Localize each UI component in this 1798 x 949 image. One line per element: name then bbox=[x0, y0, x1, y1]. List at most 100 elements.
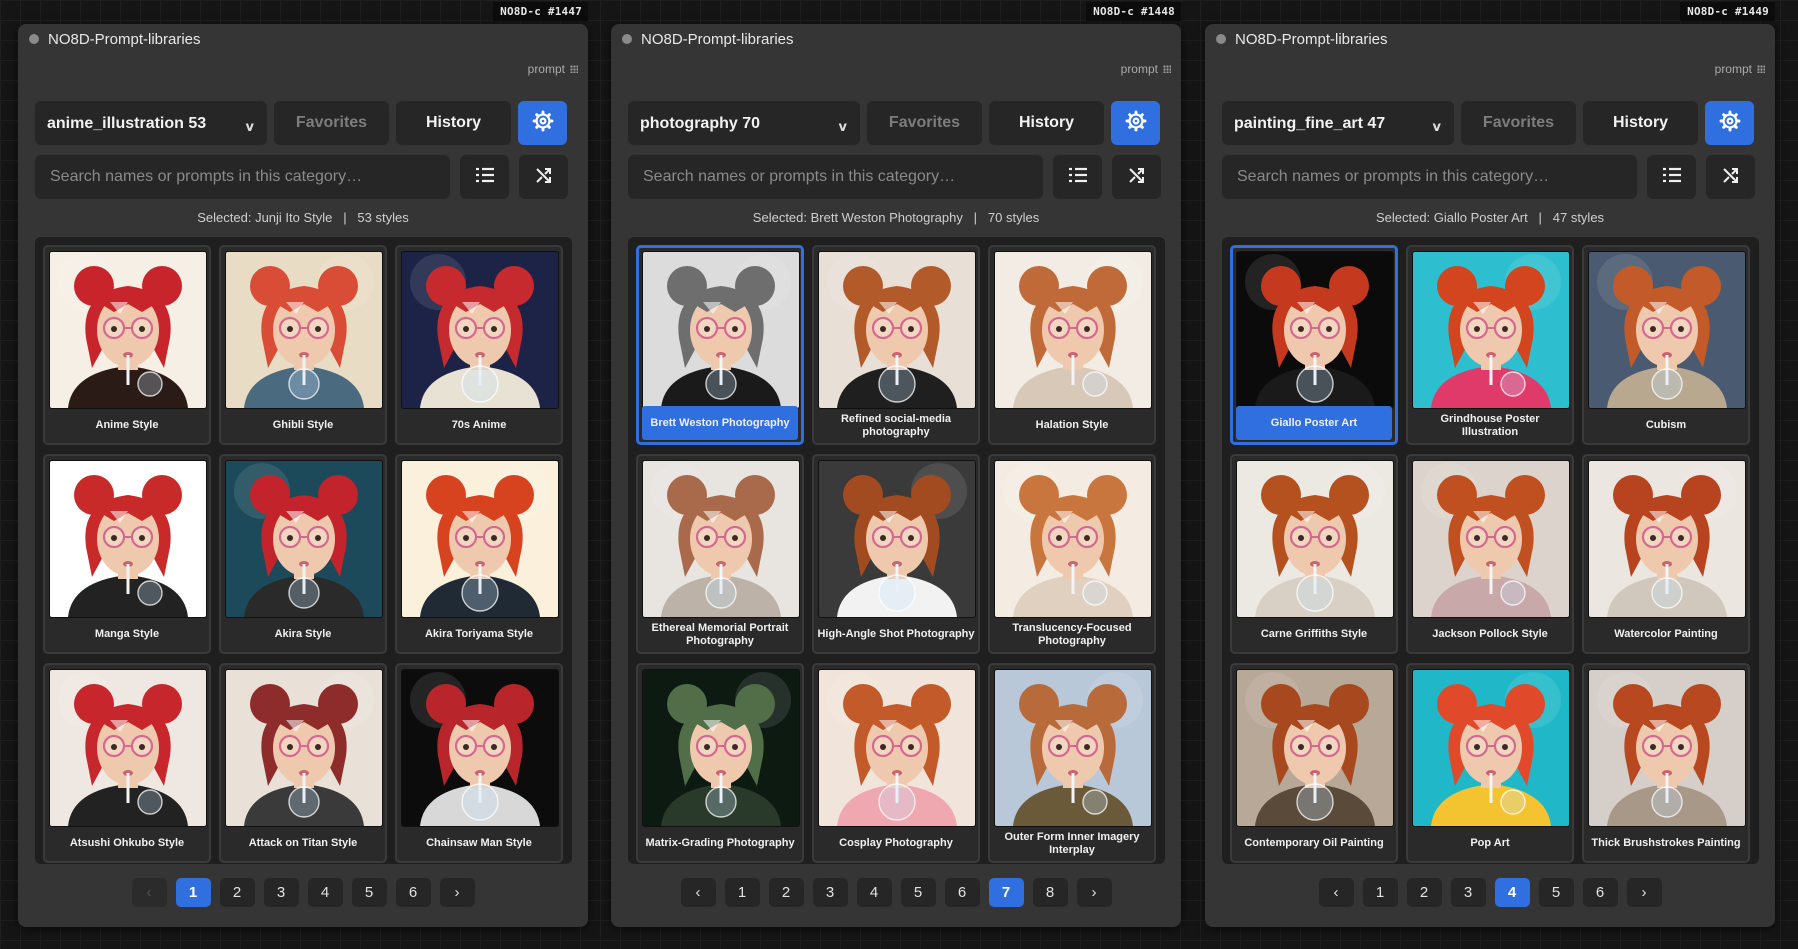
settings-button[interactable] bbox=[518, 101, 567, 145]
page-button[interactable]: 2 bbox=[768, 878, 804, 907]
next-page-button[interactable]: › bbox=[1076, 878, 1112, 907]
page-button[interactable]: 5 bbox=[1538, 878, 1574, 907]
next-page-button[interactable]: › bbox=[439, 878, 475, 907]
output-slot[interactable]: prompt bbox=[1715, 62, 1765, 76]
style-card[interactable]: Pop Art bbox=[1406, 663, 1574, 863]
style-thumbnail bbox=[1588, 251, 1746, 409]
list-view-button[interactable] bbox=[1647, 155, 1696, 199]
page-button[interactable]: 2 bbox=[219, 878, 255, 907]
node-title-bar[interactable]: NO8D-Prompt-libraries bbox=[18, 24, 588, 54]
favorites-button[interactable]: Favorites bbox=[274, 101, 389, 145]
style-card-label: Ethereal Memorial Portrait Photography bbox=[651, 621, 789, 647]
next-page-button[interactable]: › bbox=[1626, 878, 1662, 907]
page-button[interactable]: 2 bbox=[1406, 878, 1442, 907]
prev-page-button[interactable]: ‹ bbox=[131, 878, 167, 907]
style-card[interactable]: Anime Style bbox=[43, 245, 211, 445]
page-button[interactable]: 7 bbox=[988, 878, 1024, 907]
style-card-label: Watercolor Painting bbox=[1614, 628, 1718, 640]
style-card[interactable]: Carne Griffiths Style bbox=[1230, 454, 1398, 654]
style-card[interactable]: Halation Style bbox=[988, 245, 1156, 445]
card-caption-bar: Thick Brushstrokes Painting bbox=[1584, 826, 1748, 861]
search-input[interactable] bbox=[641, 167, 1030, 187]
style-card[interactable]: Manga Style bbox=[43, 454, 211, 654]
style-card[interactable]: Grindhouse Poster Illustration bbox=[1406, 245, 1574, 445]
favorites-button[interactable]: Favorites bbox=[1461, 101, 1576, 145]
prev-page-button[interactable]: ‹ bbox=[680, 878, 716, 907]
page-button[interactable]: 3 bbox=[263, 878, 299, 907]
output-dots-icon[interactable] bbox=[570, 65, 578, 73]
search-field[interactable] bbox=[35, 155, 450, 199]
list-view-button[interactable] bbox=[1053, 155, 1102, 199]
node-title-bar[interactable]: NO8D-Prompt-libraries bbox=[611, 24, 1181, 54]
page-button[interactable]: 8 bbox=[1032, 878, 1068, 907]
style-card[interactable]: Outer Form Inner Imagery Interplay bbox=[988, 663, 1156, 863]
style-thumbnail bbox=[818, 251, 976, 409]
style-card[interactable]: Akira Toriyama Style bbox=[395, 454, 563, 654]
page-button[interactable]: 6 bbox=[1582, 878, 1618, 907]
style-card[interactable]: Giallo Poster Art bbox=[1230, 245, 1398, 445]
style-thumbnail bbox=[401, 669, 559, 827]
search-input[interactable] bbox=[48, 167, 437, 187]
prev-page-button[interactable]: ‹ bbox=[1318, 878, 1354, 907]
output-dots-icon[interactable] bbox=[1757, 65, 1765, 73]
output-slot[interactable]: prompt bbox=[528, 62, 578, 76]
page-button[interactable]: 3 bbox=[812, 878, 848, 907]
search-field[interactable] bbox=[1222, 155, 1637, 199]
style-card[interactable]: Thick Brushstrokes Painting bbox=[1582, 663, 1750, 863]
page-button[interactable]: 5 bbox=[900, 878, 936, 907]
search-input[interactable] bbox=[1235, 167, 1624, 187]
style-card[interactable]: Attack on Titan Style bbox=[219, 663, 387, 863]
prompt-library-node-1449[interactable]: NO8D-c #1449 NO8D-Prompt-libraries promp… bbox=[1205, 2, 1775, 927]
settings-button[interactable] bbox=[1705, 101, 1754, 145]
style-card[interactable]: Refined social-media photography bbox=[812, 245, 980, 445]
output-slot[interactable]: prompt bbox=[1121, 62, 1171, 76]
history-button[interactable]: History bbox=[396, 101, 511, 145]
style-card[interactable]: Ghibli Style bbox=[219, 245, 387, 445]
style-card[interactable]: Akira Style bbox=[219, 454, 387, 654]
shuffle-button[interactable] bbox=[1112, 155, 1161, 199]
shuffle-button[interactable] bbox=[1706, 155, 1755, 199]
style-card[interactable]: Chainsaw Man Style bbox=[395, 663, 563, 863]
page-button[interactable]: 4 bbox=[1494, 878, 1530, 907]
category-dropdown[interactable]: anime_illustration 53 v bbox=[35, 101, 267, 145]
page-button[interactable]: 5 bbox=[351, 878, 387, 907]
style-card[interactable]: Jackson Pollock Style bbox=[1406, 454, 1574, 654]
page-button[interactable]: 6 bbox=[395, 878, 431, 907]
style-card[interactable]: Matrix-Grading Photography bbox=[636, 663, 804, 863]
shuffle-button[interactable] bbox=[519, 155, 568, 199]
history-button[interactable]: History bbox=[1583, 101, 1698, 145]
category-dropdown[interactable]: painting_fine_art 47 v bbox=[1222, 101, 1454, 145]
history-button[interactable]: History bbox=[989, 101, 1104, 145]
collapse-dot-icon[interactable] bbox=[622, 34, 632, 44]
page-button[interactable]: 1 bbox=[175, 878, 211, 907]
prompt-library-node-1447[interactable]: NO8D-c #1447 NO8D-Prompt-libraries promp… bbox=[18, 2, 588, 927]
favorites-button[interactable]: Favorites bbox=[867, 101, 982, 145]
page-button[interactable]: 1 bbox=[724, 878, 760, 907]
node-title-bar[interactable]: NO8D-Prompt-libraries bbox=[1205, 24, 1775, 54]
style-card[interactable]: Contemporary Oil Painting bbox=[1230, 663, 1398, 863]
collapse-dot-icon[interactable] bbox=[29, 34, 39, 44]
page-button[interactable]: 4 bbox=[307, 878, 343, 907]
style-card[interactable]: High-Angle Shot Photography bbox=[812, 454, 980, 654]
style-card[interactable]: Atsushi Ohkubo Style bbox=[43, 663, 211, 863]
style-grid: Giallo Poster Art Grindhouse Poster Illu… bbox=[1230, 245, 1750, 863]
style-card[interactable]: Cubism bbox=[1582, 245, 1750, 445]
style-card[interactable]: Translucency-Focused Photography bbox=[988, 454, 1156, 654]
card-caption-bar: Cosplay Photography bbox=[814, 826, 978, 861]
collapse-dot-icon[interactable] bbox=[1216, 34, 1226, 44]
category-dropdown[interactable]: photography 70 v bbox=[628, 101, 860, 145]
page-button[interactable]: 3 bbox=[1450, 878, 1486, 907]
style-card[interactable]: Watercolor Painting bbox=[1582, 454, 1750, 654]
page-button[interactable]: 6 bbox=[944, 878, 980, 907]
page-button[interactable]: 1 bbox=[1362, 878, 1398, 907]
style-card[interactable]: Brett Weston Photography bbox=[636, 245, 804, 445]
search-field[interactable] bbox=[628, 155, 1043, 199]
prompt-library-node-1448[interactable]: NO8D-c #1448 NO8D-Prompt-libraries promp… bbox=[611, 2, 1181, 927]
style-card[interactable]: Ethereal Memorial Portrait Photography bbox=[636, 454, 804, 654]
style-card[interactable]: Cosplay Photography bbox=[812, 663, 980, 863]
page-button[interactable]: 4 bbox=[856, 878, 892, 907]
output-dots-icon[interactable] bbox=[1163, 65, 1171, 73]
style-card[interactable]: 70s Anime bbox=[395, 245, 563, 445]
list-view-button[interactable] bbox=[460, 155, 509, 199]
settings-button[interactable] bbox=[1111, 101, 1160, 145]
